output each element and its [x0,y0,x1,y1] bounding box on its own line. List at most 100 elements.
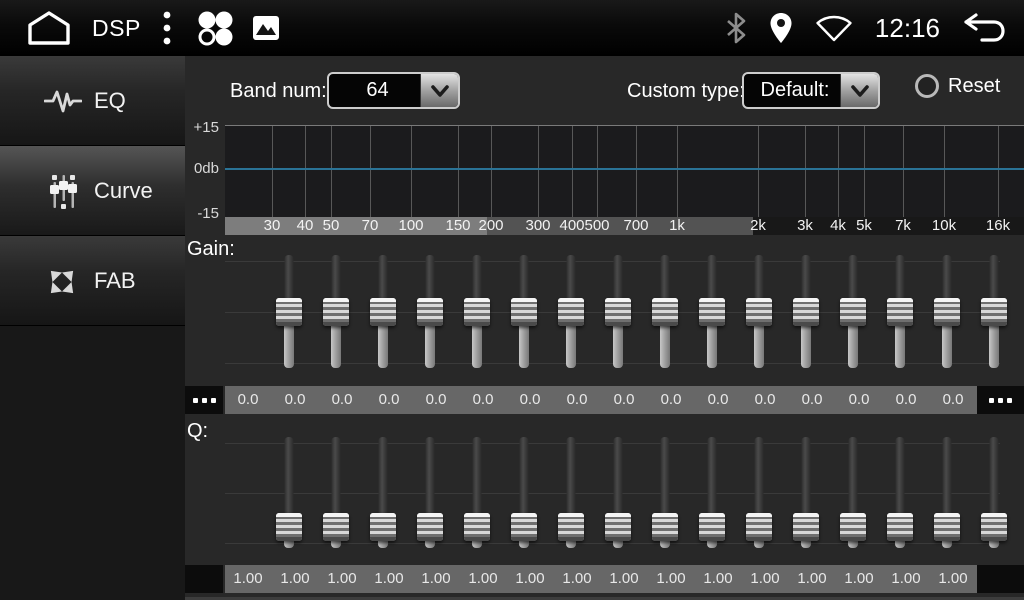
slider-track-upper[interactable] [942,255,951,302]
slider-track-lower[interactable] [284,322,294,368]
slider-handle[interactable] [981,298,1007,326]
slider-track-upper[interactable] [989,437,998,517]
band-slider[interactable] [453,437,500,548]
slider-track-upper[interactable] [472,437,481,517]
slider-track-upper[interactable] [331,437,340,517]
slider-track-upper[interactable] [942,437,951,517]
slider-track-lower[interactable] [801,322,811,368]
slider-track-upper[interactable] [707,255,716,302]
slider-track-upper[interactable] [707,437,716,517]
band-slider[interactable] [500,437,547,548]
slider-handle[interactable] [746,298,772,326]
band-slider[interactable] [970,437,1017,548]
band-slider[interactable] [876,255,923,368]
slider-track-lower[interactable] [472,322,482,368]
reset-radio-icon[interactable] [915,74,939,98]
band-slider[interactable] [923,437,970,548]
slider-handle[interactable] [605,298,631,326]
slider-handle[interactable] [840,513,866,541]
chevron-down-icon[interactable] [840,74,878,107]
slider-track-lower[interactable] [754,322,764,368]
slider-handle[interactable] [652,298,678,326]
band-slider[interactable] [500,255,547,368]
band-slider[interactable] [735,437,782,548]
slider-handle[interactable] [417,298,443,326]
band-slider[interactable] [359,437,406,548]
slider-handle[interactable] [605,513,631,541]
slider-handle[interactable] [981,513,1007,541]
slider-handle[interactable] [699,513,725,541]
slider-track-upper[interactable] [989,255,998,302]
slider-handle[interactable] [793,298,819,326]
back-icon[interactable] [962,11,1006,45]
reset-control[interactable]: Reset [915,74,1000,98]
gallery-icon[interactable] [253,16,279,40]
band-slider[interactable] [547,437,594,548]
slider-handle[interactable] [934,513,960,541]
more-left-button[interactable] [185,386,223,414]
band-slider[interactable] [359,255,406,368]
band-slider[interactable] [406,437,453,548]
slider-track-lower[interactable] [707,322,717,368]
band-slider[interactable] [782,437,829,548]
band-slider[interactable] [970,255,1017,368]
band-slider[interactable] [641,255,688,368]
slider-handle[interactable] [887,298,913,326]
slider-track-upper[interactable] [378,255,387,302]
slider-handle[interactable] [417,513,443,541]
slider-handle[interactable] [558,513,584,541]
slider-handle[interactable] [370,513,396,541]
slider-track-upper[interactable] [472,255,481,302]
slider-handle[interactable] [511,298,537,326]
slider-track-upper[interactable] [848,437,857,517]
band-slider[interactable] [406,255,453,368]
slider-track-lower[interactable] [613,322,623,368]
band-slider[interactable] [312,437,359,548]
band-slider[interactable] [829,437,876,548]
slider-track-upper[interactable] [660,255,669,302]
slider-track-upper[interactable] [284,255,293,302]
slider-track-upper[interactable] [519,437,528,517]
slider-handle[interactable] [887,513,913,541]
band-slider[interactable] [688,255,735,368]
frequency-axis[interactable]: 304050701001502003004005007001k2k3k4k5k7… [225,217,1024,235]
slider-track-lower[interactable] [989,322,999,368]
slider-handle[interactable] [370,298,396,326]
slider-handle[interactable] [276,513,302,541]
band-slider[interactable] [876,437,923,548]
band-slider[interactable] [265,255,312,368]
slider-track-upper[interactable] [519,255,528,302]
slider-track-upper[interactable] [660,437,669,517]
overflow-menu-icon[interactable] [163,11,171,45]
slider-track-lower[interactable] [331,322,341,368]
slider-track-upper[interactable] [754,437,763,517]
slider-track-upper[interactable] [801,255,810,302]
band-slider[interactable] [594,437,641,548]
band-slider[interactable] [547,255,594,368]
band-slider[interactable] [594,255,641,368]
slider-track-lower[interactable] [942,322,952,368]
sidebar-item-fab[interactable]: FAB [0,236,185,326]
apps-clover-icon[interactable] [195,9,235,47]
slider-track-lower[interactable] [566,322,576,368]
slider-track-upper[interactable] [613,437,622,517]
band-slider[interactable] [829,255,876,368]
slider-track-upper[interactable] [613,255,622,302]
band-slider[interactable] [782,255,829,368]
home-icon[interactable] [26,10,72,46]
slider-track-lower[interactable] [519,322,529,368]
slider-track-lower[interactable] [425,322,435,368]
slider-track-upper[interactable] [425,437,434,517]
chevron-down-icon[interactable] [420,74,458,107]
slider-track-upper[interactable] [754,255,763,302]
slider-track-lower[interactable] [848,322,858,368]
slider-track-upper[interactable] [331,255,340,302]
custom-type-dropdown[interactable]: Default: [742,72,880,109]
slider-track-upper[interactable] [378,437,387,517]
band-slider[interactable] [641,437,688,548]
slider-track-upper[interactable] [566,255,575,302]
band-slider[interactable] [265,437,312,548]
slider-handle[interactable] [934,298,960,326]
slider-track-upper[interactable] [895,437,904,517]
slider-track-upper[interactable] [801,437,810,517]
